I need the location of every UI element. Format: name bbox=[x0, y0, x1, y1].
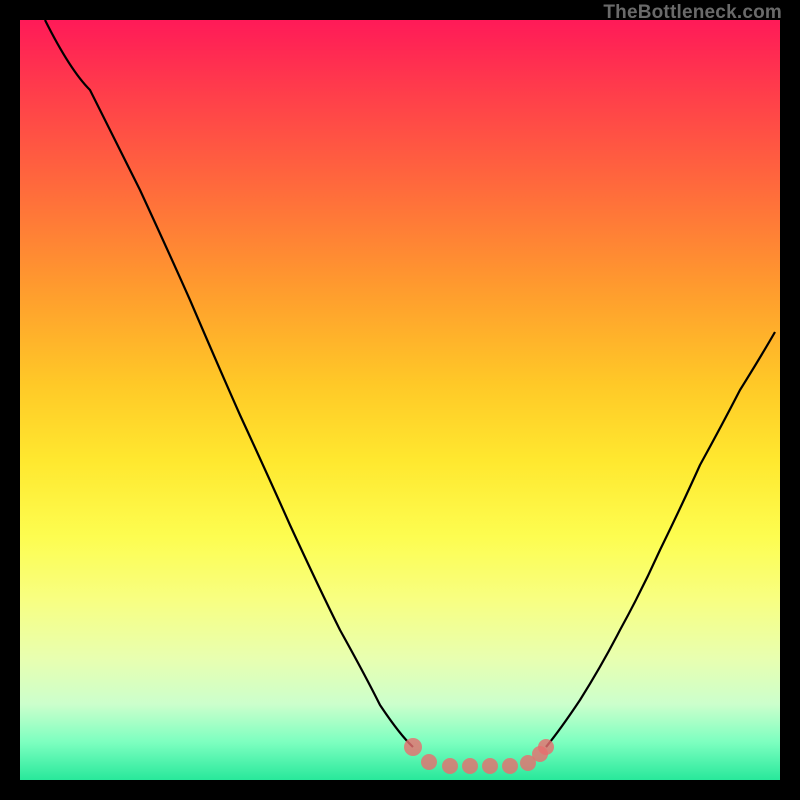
curve-right bbox=[546, 332, 775, 747]
dot bbox=[462, 758, 478, 774]
curve-left bbox=[45, 20, 413, 747]
dot bbox=[404, 738, 422, 756]
dot-trail bbox=[404, 738, 554, 774]
dot bbox=[538, 739, 554, 755]
dot bbox=[502, 758, 518, 774]
dot bbox=[421, 754, 437, 770]
dot bbox=[442, 758, 458, 774]
dot bbox=[482, 758, 498, 774]
chart-svg bbox=[20, 20, 780, 780]
chart-gradient-area bbox=[20, 20, 780, 780]
